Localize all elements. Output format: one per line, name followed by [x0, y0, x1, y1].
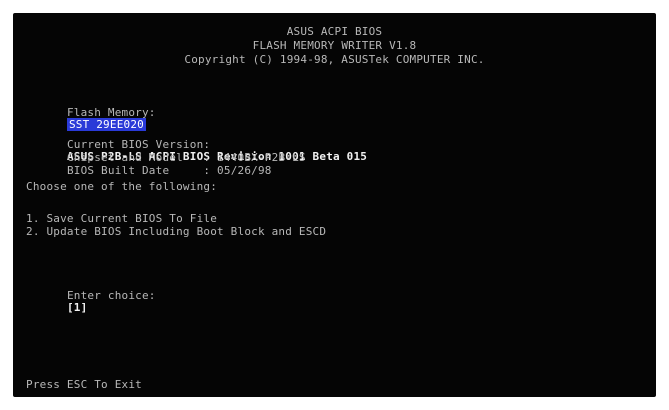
build-date-value: : 05/26/98	[203, 164, 272, 177]
choice-input[interactable]: [1]	[67, 301, 87, 314]
bios-flash-screen: ASUS ACPI BIOS FLASH MEMORY WRITER V1.8 …	[13, 13, 656, 397]
screenshot-frame: ASUS ACPI BIOS FLASH MEMORY WRITER V1.8 …	[0, 0, 669, 410]
esc-hint: Press ESC To Exit	[26, 378, 142, 391]
menu-option-update[interactable]: 2. Update BIOS Including Boot Block and …	[26, 226, 326, 238]
build-date-label: BIOS Built Date	[66, 164, 170, 177]
utility-title: FLASH MEMORY WRITER V1.8	[252, 39, 417, 52]
bios-title: ASUS ACPI BIOS	[286, 25, 383, 38]
copyright-text: Copyright (C) 1994-98, ASUSTek COMPUTER …	[184, 53, 485, 66]
choice-row[interactable]: Enter choice: [1]	[26, 278, 156, 326]
menu-option-save[interactable]: 1. Save Current BIOS To File	[26, 213, 217, 225]
menu-prompt: Choose one of the following:	[26, 180, 218, 193]
